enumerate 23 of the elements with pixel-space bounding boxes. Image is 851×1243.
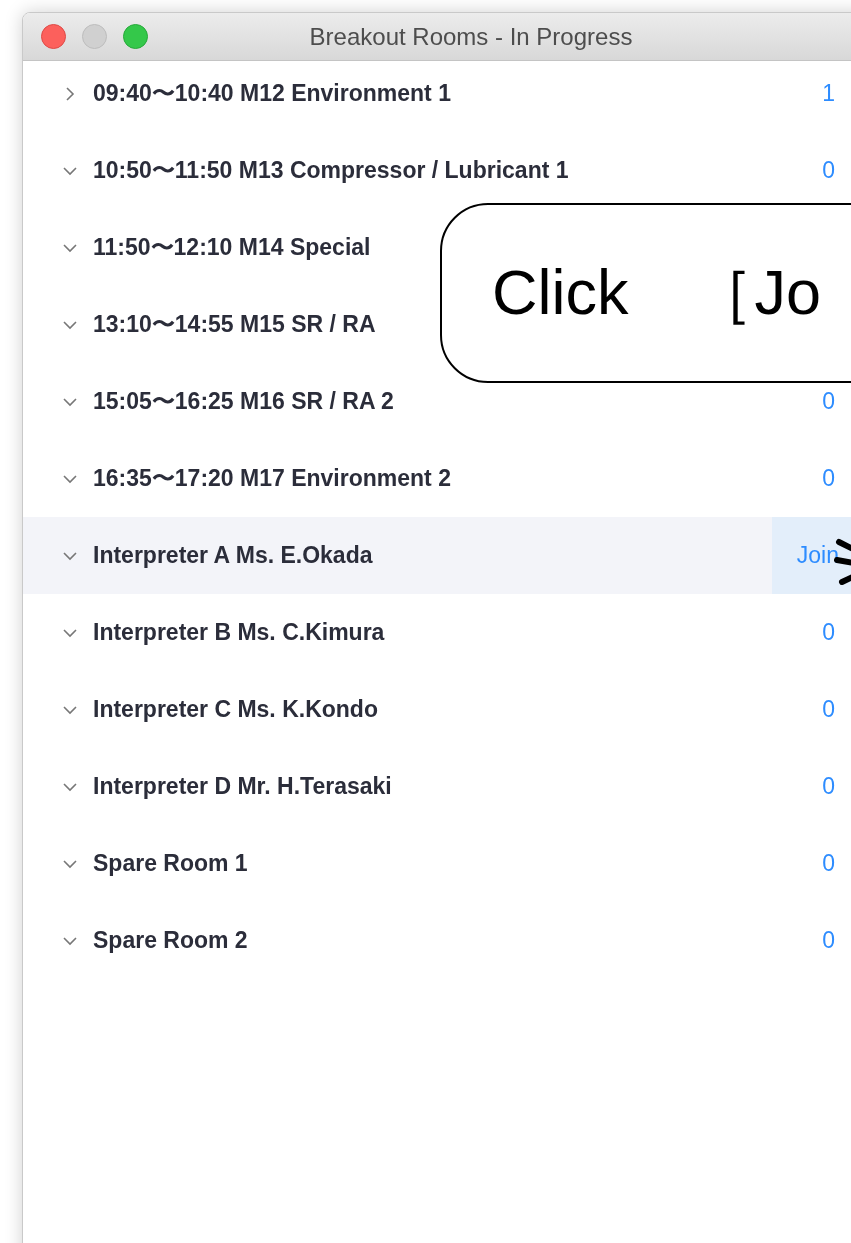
- participant-count: 0: [822, 773, 835, 800]
- participant-count: 0: [822, 850, 835, 877]
- participant-count: 0: [822, 388, 835, 415]
- participant-count: 0: [822, 927, 835, 954]
- room-name: Interpreter A Ms. E.Okada: [93, 542, 374, 569]
- room-name: 16:35〜17:20 M17 Environment 2: [93, 464, 452, 493]
- room-name: 13:10〜14:55 M15 SR / RA: [93, 310, 377, 339]
- participant-count: 0: [822, 696, 835, 723]
- room-name: Interpreter D Mr. H.Terasaki: [93, 773, 393, 800]
- window-title: Breakout Rooms - In Progress: [308, 22, 634, 51]
- participant-count: 1: [822, 80, 835, 107]
- room-name: Interpreter C Ms. K.Kondo: [93, 696, 379, 723]
- room-name: 11:50〜12:10 M14 Special: [93, 233, 372, 262]
- participant-count: 0: [822, 465, 835, 492]
- participant-count: 0: [822, 157, 835, 184]
- room-name: Interpreter B Ms. C.Kimura: [93, 619, 386, 646]
- room-name: 09:40〜10:40 M12 Environment 1: [93, 79, 452, 108]
- participant-count: 0: [822, 619, 835, 646]
- room-name: Spare Room 2: [93, 927, 249, 954]
- room-name: 10:50〜11:50 M13 Compressor / Lubricant 1: [93, 156, 570, 185]
- room-name: Spare Room 1: [93, 850, 249, 877]
- callout-text: Click ［Jo: [492, 256, 822, 329]
- room-name: 15:05〜16:25 M16 SR / RA 2: [93, 387, 395, 416]
